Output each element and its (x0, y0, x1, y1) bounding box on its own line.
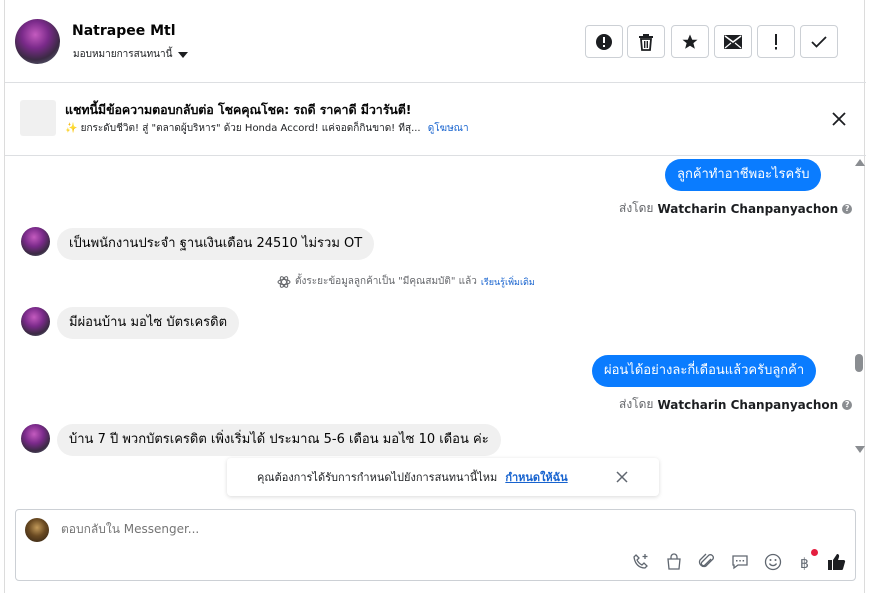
assign-label: มอบหมายการสนทนานี้ (73, 49, 173, 60)
trash-icon (639, 33, 653, 51)
atom-icon (277, 275, 291, 288)
reply-input[interactable] (61, 522, 661, 536)
system-note-text: ตั้งระยะข้อมูลลูกค้าเป็น "มีคุณสมบัติ" แ… (295, 276, 477, 287)
notification-dot (811, 549, 818, 556)
scroll-up-arrow-icon[interactable] (855, 159, 865, 166)
message-thread[interactable]: ลูกค้าทำอาชีพอะไรครับ ส่งโดย Watcharin C… (5, 157, 853, 457)
baht-payment-icon: ฿ (800, 556, 809, 571)
star-button[interactable] (671, 25, 709, 58)
avatar[interactable] (15, 19, 60, 64)
info-icon[interactable]: ? (842, 399, 853, 410)
sender-name[interactable]: Watcharin Chanpanyachon (657, 202, 838, 216)
delete-button[interactable] (627, 25, 665, 58)
learn-more-link[interactable]: เรียนรู้เพิ่มเติม (481, 275, 535, 289)
sent-by-label: ส่งโดย (619, 201, 654, 215)
sparkle-icon: ✨ (65, 123, 78, 134)
shop-button[interactable] (663, 551, 685, 573)
reply-composer: ฿ (15, 509, 856, 581)
exclamation-icon (775, 33, 777, 49)
ad-reply-banner: แชทนี้มีข้อความตอบกลับต่อ โชคคุณโชค: รถด… (5, 84, 866, 156)
mark-done-button[interactable] (800, 25, 838, 58)
sender-name[interactable]: Watcharin Chanpanyachon (657, 398, 838, 412)
mark-spam-button[interactable] (585, 25, 623, 58)
avatar[interactable] (21, 307, 50, 336)
assign-to-me-link[interactable]: กำหนดให้ฉัน (505, 468, 567, 486)
close-toast-button[interactable] (615, 470, 629, 484)
sent-by-line: ส่งโดย Watcharin Chanpanyachon ? (619, 395, 853, 414)
follow-up-button[interactable] (757, 25, 795, 58)
avatar[interactable] (21, 227, 50, 256)
emoji-button[interactable] (762, 551, 784, 573)
banner-subtitle-text: ยกระดับชีวิต! สู่ "ตลาดผู้บริหาร" ด้วย H… (80, 123, 421, 134)
call-button[interactable] (630, 551, 652, 573)
checkmark-icon (811, 35, 827, 48)
svg-text:฿: ฿ (800, 556, 809, 571)
conversation-panel: Natrapee Mtl มอบหมายการสนทนานี้ แชทนี้มี… (4, 0, 866, 593)
contact-name[interactable]: Natrapee Mtl (72, 23, 176, 39)
caret-down-icon (178, 51, 189, 58)
toast-text: คุณต้องการได้รับการกำหนดไปยังการสนทนานี้… (257, 471, 498, 484)
shopping-bag-icon (667, 553, 681, 570)
banner-subtitle: ✨ ยกระดับชีวิต! สู่ "ตลาดผู้บริหาร" ด้วย… (65, 121, 469, 136)
mark-unread-button[interactable] (714, 25, 752, 58)
banner-title: แชทนี้มีข้อความตอบกลับต่อ โชคคุณโชค: รถด… (65, 102, 412, 117)
ad-thumbnail (20, 100, 56, 136)
avatar[interactable] (21, 424, 50, 453)
message-outgoing[interactable]: ผ่อนได้อย่างละกี่เดือนแล้วครับลูกค้า (592, 355, 817, 387)
thumbs-up-icon (828, 554, 846, 570)
close-banner-button[interactable] (830, 110, 848, 128)
conversation-header: Natrapee Mtl มอบหมายการสนทนานี้ (5, 0, 866, 83)
message-incoming[interactable]: เป็นพนักงานประจำ ฐานเงินเดือน 24510 ไม่ร… (57, 228, 375, 260)
paperclip-icon (698, 553, 714, 568)
scroll-thumb[interactable] (855, 354, 863, 372)
info-icon[interactable]: ? (842, 203, 853, 214)
system-note: ตั้งระยะข้อมูลลูกค้าเป็น "มีคุณสมบัติ" แ… (277, 274, 535, 289)
message-incoming[interactable]: บ้าน 7 ปี พวกบัตรเครดิต เพิ่งเริ่มได้ ปร… (57, 424, 501, 456)
assign-toast: คุณต้องการได้รับการกำหนดไปยังการสนทนานี้… (227, 458, 659, 496)
alert-circle-icon (596, 33, 612, 50)
scroll-down-arrow-icon[interactable] (855, 446, 865, 453)
page-avatar (25, 518, 49, 542)
message-incoming[interactable]: มีผ่อนบ้าน มอไซ บัตรเครดิต (57, 307, 240, 339)
close-icon (832, 112, 846, 126)
assign-conversation-dropdown[interactable]: มอบหมายการสนทนานี้ (73, 47, 189, 62)
message-outgoing[interactable]: ลูกค้าทำอาชีพอะไรครับ (665, 159, 822, 191)
attach-button[interactable] (696, 551, 718, 573)
saved-reply-button[interactable] (729, 551, 751, 573)
phone-plus-icon (633, 554, 648, 569)
sent-by-label: ส่งโดย (619, 397, 654, 411)
sent-by-line: ส่งโดย Watcharin Chanpanyachon ? (619, 199, 853, 218)
saved-reply-icon (732, 555, 748, 570)
thread-scrollbar[interactable] (853, 157, 866, 457)
view-ad-link[interactable]: ดูโฆษณา (428, 123, 469, 134)
star-icon (682, 34, 698, 49)
like-button[interactable] (826, 551, 848, 573)
close-icon (616, 471, 628, 483)
envelope-icon (724, 34, 742, 49)
payment-button[interactable]: ฿ (794, 549, 818, 573)
emoji-icon (764, 553, 782, 571)
